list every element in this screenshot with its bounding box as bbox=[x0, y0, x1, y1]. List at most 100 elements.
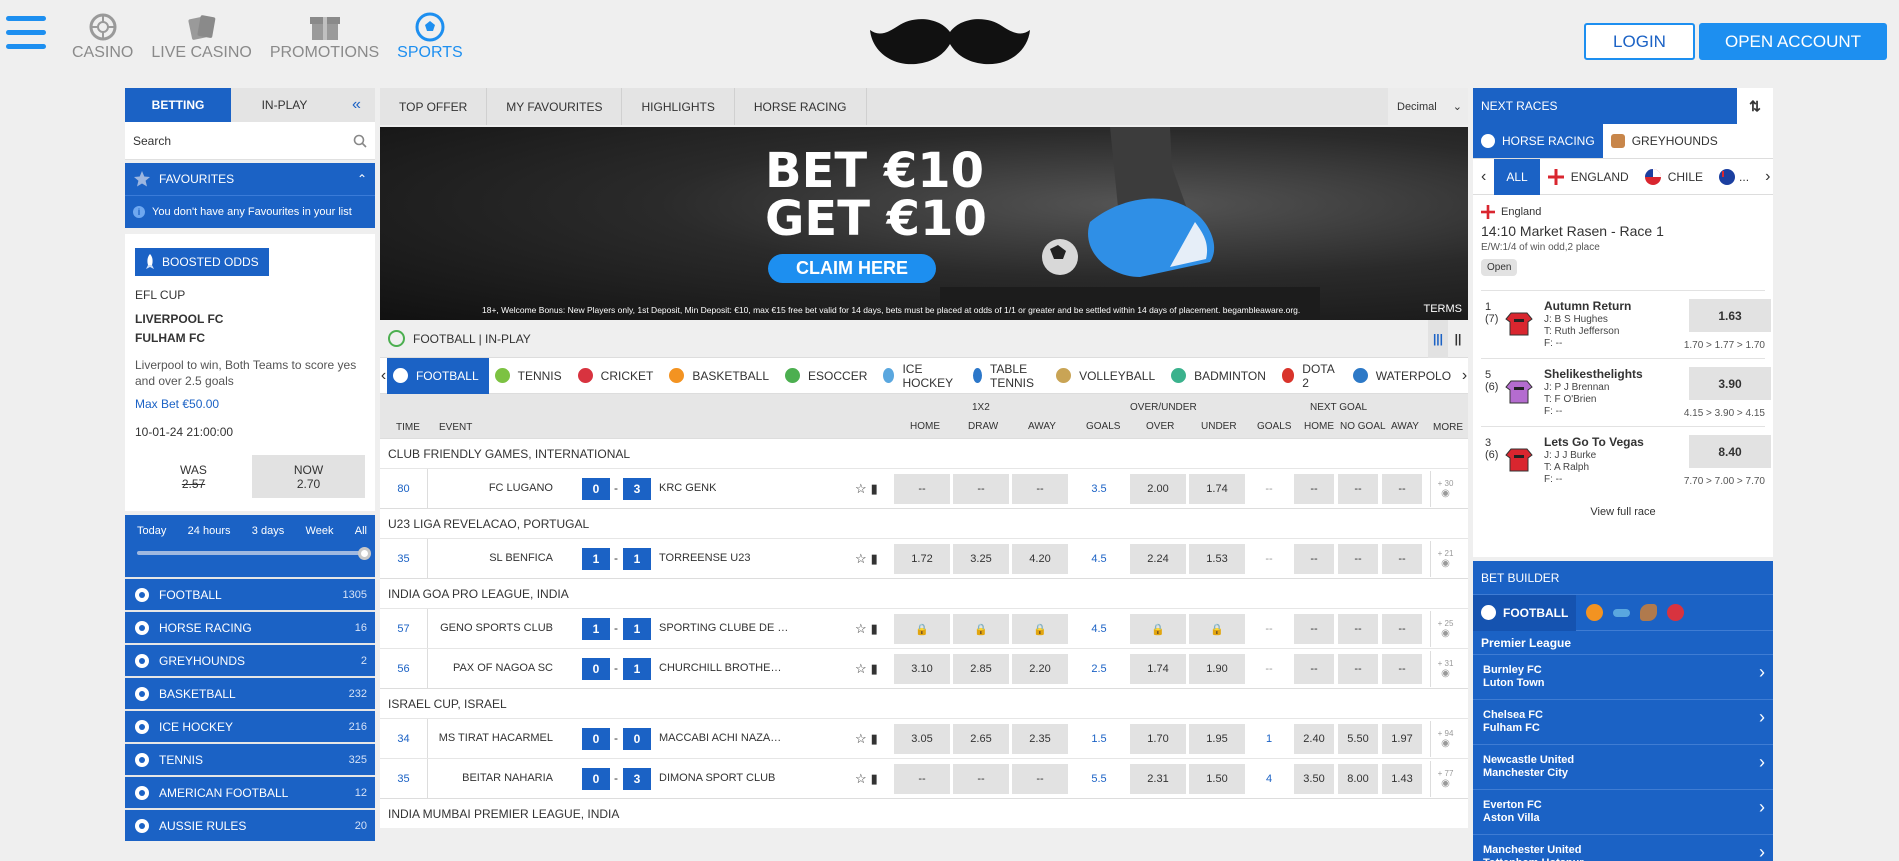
odds-button[interactable]: -- bbox=[1338, 474, 1378, 504]
away-team[interactable]: CHURCHILL BROTHERS R... bbox=[659, 662, 789, 674]
odds-button[interactable]: 1.43 bbox=[1382, 764, 1422, 794]
odds-button[interactable]: 3.50 bbox=[1294, 764, 1334, 794]
odds-button[interactable]: 1.90 bbox=[1189, 654, 1245, 684]
odds-button[interactable]: 3.05 bbox=[894, 724, 950, 754]
tab-in-play[interactable]: IN-PLAY bbox=[231, 88, 338, 122]
runner-name[interactable]: Lets Go To Vegas bbox=[1544, 435, 1644, 449]
odds-button[interactable]: 1.53 bbox=[1189, 544, 1245, 574]
more-markets[interactable]: + 94 ◉ bbox=[1430, 721, 1460, 757]
sport-item[interactable]: GREYHOUNDS 2 bbox=[125, 643, 375, 676]
moustache-logo[interactable] bbox=[868, 14, 1032, 70]
filter-week[interactable]: Week bbox=[306, 525, 334, 537]
bb-match[interactable]: Everton FC Aston Villa › bbox=[1473, 789, 1773, 834]
home-team[interactable]: MS TIRAT HACARMEL bbox=[439, 732, 553, 744]
filter-today[interactable]: Today bbox=[137, 525, 166, 537]
basketball-icon[interactable] bbox=[1586, 604, 1604, 621]
more-markets[interactable]: + 25 ◉ bbox=[1430, 611, 1460, 647]
odds-button[interactable]: -- bbox=[1382, 474, 1422, 504]
odds-button[interactable]: 3.25 bbox=[953, 544, 1009, 574]
open-account-button[interactable]: OPEN ACCOUNT bbox=[1699, 23, 1887, 60]
odds-button[interactable]: 3.10 bbox=[894, 654, 950, 684]
favourite-star-icon[interactable]: ☆ bbox=[855, 731, 867, 747]
american-football-icon[interactable] bbox=[1640, 604, 1658, 621]
time-slider[interactable] bbox=[137, 547, 371, 560]
bb-tab-football[interactable]: FOOTBALL bbox=[1473, 594, 1577, 631]
more-markets[interactable]: + 31 ◉ bbox=[1430, 651, 1460, 687]
sport-item[interactable]: AUSSIE RULES 20 bbox=[125, 808, 375, 841]
sport-tab[interactable]: DOTA 2 bbox=[1276, 358, 1347, 394]
favourite-star-icon[interactable]: ☆ bbox=[855, 621, 867, 637]
odds-button[interactable]: -- bbox=[1382, 614, 1422, 644]
sport-item[interactable]: FOOTBALL 1305 bbox=[125, 577, 375, 610]
nav-promotions[interactable]: PROMOTIONS bbox=[270, 12, 379, 62]
stats-icon[interactable]: ▮ bbox=[871, 731, 878, 747]
sport-tab[interactable]: TENNIS bbox=[489, 358, 572, 394]
tab-horse-racing[interactable]: HORSE RACING bbox=[735, 88, 867, 125]
odds-button[interactable]: -- bbox=[1294, 474, 1334, 504]
chevron-left-icon[interactable]: ‹ bbox=[1473, 168, 1494, 186]
odds-button[interactable]: 🔒 bbox=[953, 614, 1009, 644]
stats-icon[interactable]: ▮ bbox=[871, 771, 878, 787]
nav-casino[interactable]: CASINO bbox=[72, 12, 133, 62]
sport-item[interactable]: TENNIS 325 bbox=[125, 742, 375, 775]
runner-name[interactable]: Shelikesthelights bbox=[1544, 367, 1643, 381]
sport-tab[interactable]: VOLLEYBALL bbox=[1050, 358, 1165, 394]
tab-horse-racing-races[interactable]: HORSE RACING bbox=[1473, 124, 1603, 158]
odds-button[interactable]: -- bbox=[1012, 764, 1068, 794]
odds-button[interactable]: -- bbox=[894, 474, 950, 504]
more-markets[interactable]: + 30 ◉ bbox=[1430, 471, 1460, 507]
odds-button[interactable]: 1.97 bbox=[1382, 724, 1422, 754]
sport-tab[interactable]: TABLE TENNIS bbox=[967, 358, 1050, 394]
tab-betting[interactable]: BETTING bbox=[125, 88, 231, 122]
tab-highlights[interactable]: HIGHLIGHTS bbox=[622, 88, 735, 125]
favourite-star-icon[interactable]: ☆ bbox=[855, 481, 867, 497]
sport-item[interactable]: AMERICAN FOOTBALL 12 bbox=[125, 775, 375, 808]
odds-button[interactable]: -- bbox=[1338, 614, 1378, 644]
tab-greyhounds[interactable]: GREYHOUNDS bbox=[1603, 124, 1726, 158]
runner-name[interactable]: Autumn Return bbox=[1544, 299, 1631, 313]
favourites-header[interactable]: FAVOURITES ⌃ bbox=[125, 163, 375, 195]
terms-link[interactable]: TERMS bbox=[1424, 303, 1463, 315]
bb-match[interactable]: Chelsea FC Fulham FC › bbox=[1473, 699, 1773, 744]
odds-button[interactable]: 2.40 bbox=[1294, 724, 1334, 754]
odds-button[interactable]: -- bbox=[1012, 474, 1068, 504]
odds-button[interactable]: 2.20 bbox=[1012, 654, 1068, 684]
sport-tab[interactable]: ESOCCER bbox=[779, 358, 877, 394]
odds-button[interactable]: -- bbox=[894, 764, 950, 794]
tab-top-offer[interactable]: TOP OFFER bbox=[380, 88, 488, 125]
favourite-star-icon[interactable]: ☆ bbox=[855, 771, 867, 787]
away-team[interactable]: TORREENSE U23 bbox=[659, 552, 751, 564]
bb-match[interactable]: Newcastle United Manchester City › bbox=[1473, 744, 1773, 789]
more-markets[interactable]: + 77 ◉ bbox=[1430, 761, 1460, 797]
odds-button[interactable]: -- bbox=[1338, 654, 1378, 684]
sport-tab[interactable]: CRICKET bbox=[572, 358, 664, 394]
menu-icon[interactable] bbox=[6, 16, 46, 60]
odds-button[interactable]: -- bbox=[1382, 654, 1422, 684]
odds-button[interactable]: -- bbox=[1382, 544, 1422, 574]
race-title[interactable]: 14:10 Market Rasen - Race 1 bbox=[1481, 223, 1765, 239]
odds-button[interactable]: 2.00 bbox=[1130, 474, 1186, 504]
filter-3-days[interactable]: 3 days bbox=[252, 525, 284, 537]
ice-hockey-icon[interactable] bbox=[1613, 608, 1631, 617]
promo-banner[interactable]: BET €10 GET €10 CLAIM HERE 18+, Welcome … bbox=[380, 127, 1468, 320]
odds-button[interactable]: 8.00 bbox=[1338, 764, 1378, 794]
odds-button[interactable]: 2.31 bbox=[1130, 764, 1186, 794]
nav-live-casino[interactable]: LIVE CASINO bbox=[151, 12, 252, 62]
sport-item[interactable]: ICE HOCKEY 216 bbox=[125, 709, 375, 742]
favourite-star-icon[interactable]: ☆ bbox=[855, 661, 867, 677]
odds-button[interactable]: 1.70 bbox=[1130, 724, 1186, 754]
view-full-race-link[interactable]: View full race bbox=[1481, 506, 1765, 518]
country-chile[interactable]: CHILE bbox=[1637, 159, 1711, 195]
home-team[interactable]: BEITAR NAHARIA bbox=[462, 772, 553, 784]
sport-item[interactable]: BASKETBALL 232 bbox=[125, 676, 375, 709]
stats-icon[interactable]: ▮ bbox=[871, 481, 878, 497]
search-box[interactable]: Search bbox=[125, 122, 375, 160]
odds-format-select[interactable]: Decimal ⌄ bbox=[1388, 88, 1468, 125]
claim-here-button[interactable]: CLAIM HERE bbox=[768, 254, 936, 283]
chevron-right-icon[interactable]: › bbox=[1461, 367, 1468, 385]
favourite-star-icon[interactable]: ☆ bbox=[855, 551, 867, 567]
country-all[interactable]: ALL bbox=[1494, 158, 1540, 195]
filter-all[interactable]: All bbox=[355, 525, 367, 537]
odds-button[interactable]: 1.74 bbox=[1130, 654, 1186, 684]
match-row[interactable]: 80 FC LUGANO 0-3 KRC GENK ☆ ▮ -- -- -- 3.5 2.00 1.7… bbox=[380, 468, 1468, 509]
